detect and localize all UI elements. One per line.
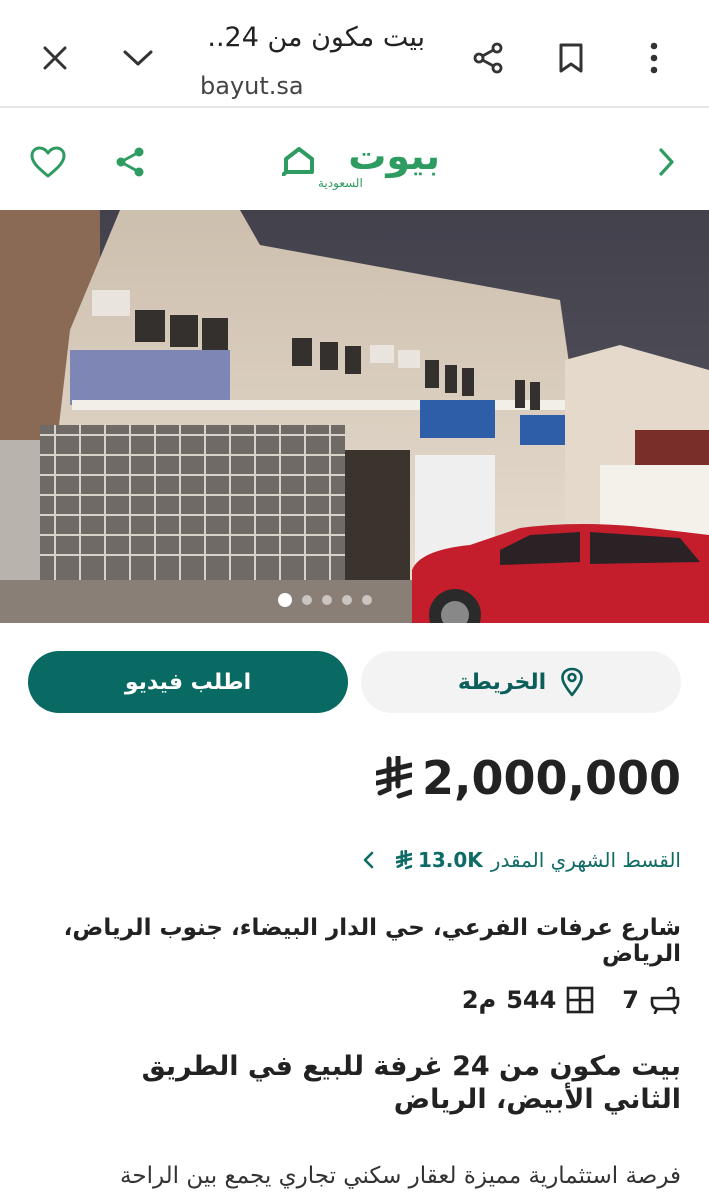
riyal-icon <box>376 756 412 799</box>
price-value: 2,000,000 <box>422 751 681 805</box>
area-unit: م2 <box>461 986 497 1014</box>
bayut-logo[interactable]: بيوت السعودية <box>280 132 440 192</box>
price: 2,000,000 <box>376 748 681 808</box>
share-icon[interactable] <box>460 30 516 86</box>
bath-icon <box>650 986 680 1014</box>
building-image <box>0 210 709 623</box>
more-vertical-icon[interactable] <box>626 30 682 86</box>
area-icon <box>566 986 594 1014</box>
baths-spec: 7 <box>622 986 681 1014</box>
location-pin-icon <box>561 667 584 697</box>
area-spec: 544 م2 <box>462 986 594 1014</box>
page-url[interactable]: bayut.sa <box>200 72 304 100</box>
share-icon[interactable] <box>100 132 160 192</box>
chevron-right-icon[interactable] <box>636 132 696 192</box>
listing-description: فرصة استثمارية مميزة لعقار سكني تجاري يج… <box>120 1163 681 1189</box>
request-video-button[interactable]: اطلب فيديو <box>28 651 348 713</box>
property-specs: 7 544 م2 <box>462 980 681 1020</box>
baths-count: 7 <box>622 986 639 1014</box>
close-icon[interactable] <box>27 30 83 86</box>
browser-bar: بيت مكون من 24... bayut.sa <box>0 0 709 108</box>
monthly-label: القسط الشهري المقدر <box>490 848 681 872</box>
property-photo[interactable] <box>0 210 709 623</box>
request-video-label: اطلب فيديو <box>124 669 252 695</box>
page-title[interactable]: بيت مكون من 24... <box>205 22 425 53</box>
riyal-icon <box>395 850 412 870</box>
monthly-installment[interactable]: القسط الشهري المقدر 13.0K <box>362 843 681 877</box>
logo-wordmark: بيوت <box>348 134 440 178</box>
slide-dot[interactable] <box>361 595 372 605</box>
logo-house-icon <box>282 147 314 176</box>
property-address: شارع عرفات الفرعي، حي الدار البيضاء، جنو… <box>63 915 681 967</box>
app-header: بيوت السعودية <box>0 110 709 210</box>
slide-dot[interactable] <box>301 595 312 605</box>
slide-dot[interactable] <box>341 595 352 605</box>
bookmark-icon[interactable] <box>543 30 599 86</box>
slide-dot[interactable] <box>321 595 332 605</box>
logo-subtitle: السعودية <box>318 176 363 190</box>
slide-indicator[interactable] <box>0 593 709 607</box>
slide-dot[interactable] <box>277 593 292 607</box>
chevron-down-icon[interactable] <box>110 30 166 86</box>
area-value: 544 <box>506 986 557 1014</box>
map-label: الخريطة <box>457 669 547 695</box>
heart-icon[interactable] <box>18 132 78 192</box>
listing-title: بيت مكون من 24 غرفة للبيع في الطريق الثا… <box>141 1051 681 1115</box>
chevron-left-icon <box>363 851 374 869</box>
monthly-value: 13.0K <box>417 848 483 872</box>
map-button[interactable]: الخريطة <box>361 651 681 713</box>
monthly-amount: 13.0K <box>395 848 483 872</box>
